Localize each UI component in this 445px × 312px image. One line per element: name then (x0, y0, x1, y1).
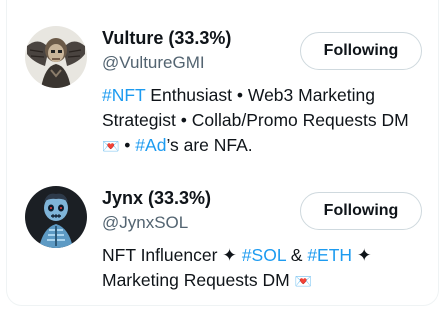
blue-skeleton-avatar-icon (25, 186, 87, 248)
following-button[interactable]: Following (300, 192, 422, 230)
user-handle[interactable]: @VultureGMI (102, 53, 205, 73)
following-button[interactable]: Following (300, 32, 422, 70)
hashtag-link[interactable]: #SOL (242, 245, 286, 265)
hashtag-link[interactable]: #NFT (102, 85, 145, 105)
winged-skull-avatar-icon (25, 26, 87, 88)
hashtag-link[interactable]: #ETH (307, 245, 352, 265)
love-letter-emoji-icon: 💌 (294, 273, 313, 289)
user-cell-vulture[interactable]: Vulture (33.3%) @VultureGMI Following #N… (0, 18, 445, 168)
bio-text: • (119, 135, 136, 155)
bio-text: NFT Influencer ✦ (102, 245, 242, 265)
bio-text: & (285, 245, 308, 265)
avatar[interactable] (25, 186, 87, 248)
user-name[interactable]: Vulture (33.3%) (102, 28, 231, 49)
user-handle[interactable]: @JynxSOL (102, 213, 188, 233)
avatar[interactable] (25, 26, 87, 88)
user-bio: #NFT Enthusiast • Web3 Marketing Strateg… (102, 83, 420, 159)
bio-text: ’s are NFA. (166, 135, 253, 155)
user-name[interactable]: Jynx (33.3%) (102, 188, 211, 209)
bio-text: Enthusiast • Web3 Marketing Strategist •… (102, 85, 409, 130)
user-bio: NFT Influencer ✦ #SOL & #ETH ✦ Marketing… (102, 243, 420, 294)
love-letter-emoji-icon: 💌 (102, 138, 120, 154)
user-cell-jynx[interactable]: Jynx (33.3%) @JynxSOL Following NFT Infl… (0, 178, 445, 298)
hashtag-link[interactable]: #Ad (135, 135, 166, 155)
